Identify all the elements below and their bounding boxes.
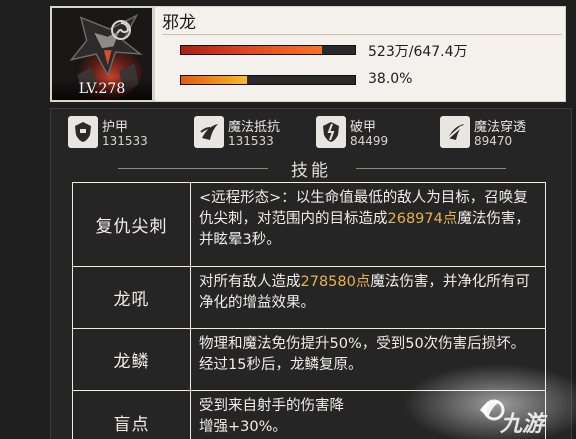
stat-label: 破甲 [350, 120, 377, 135]
magic-resist-icon [194, 116, 224, 148]
skill-name: 盲点 [73, 391, 191, 439]
magic-penetration-icon [440, 116, 470, 148]
stat-value: 131533 [102, 134, 148, 148]
name-divider [162, 34, 562, 35]
stat-value: 131533 [228, 134, 274, 148]
damage-value: 268974点 [387, 211, 458, 227]
stat-label: 魔法穿透 [474, 120, 527, 135]
skill-row: 复仇尖刺 <远程形态>：以生命值最低的敌人为目标，召唤复仇尖刺，对范围内的目标造… [73, 183, 545, 267]
skills-table: 复仇尖刺 <远程形态>：以生命值最低的敌人为目标，召唤复仇尖刺，对范围内的目标造… [72, 182, 546, 439]
boss-level: LV.278 [52, 78, 152, 100]
skill-row: 龙吼 对所有敌人造成278580点魔法伤害，并净化所有可净化的增益效果。 [73, 267, 545, 329]
skill-description: 受到来自射手的伤害降 增强+30%。 [199, 396, 539, 438]
skill-desc-text: 物理和魔法免伤提升50%，受到50次伤害后损坏。经过15秒后，龙鳞复原。 [199, 336, 526, 373]
title-divider-right [356, 168, 506, 169]
rage-text: 38.0% [368, 71, 413, 87]
swirl-icon [108, 17, 134, 43]
skill-row: 龙鳞 物理和魔法免伤提升50%，受到50次伤害后损坏。经过15秒后，龙鳞复原。 [73, 329, 545, 391]
boss-name: 邪龙 [162, 13, 196, 33]
stat-label: 魔法抵抗 [228, 120, 281, 135]
stat-label: 护甲 [102, 120, 129, 135]
skill-description: 物理和魔法免伤提升50%，受到50次伤害后损坏。经过15秒后，龙鳞复原。 [199, 334, 539, 376]
stat-value: 89470 [474, 134, 513, 148]
skill-desc-text: 受到来自射手的伤害降 [199, 398, 344, 414]
skill-desc-text: 增强+30%。 [199, 419, 287, 435]
skill-description: 对所有敌人造成278580点魔法伤害，并净化所有可净化的增益效果。 [199, 272, 539, 314]
skill-name: 龙鳞 [73, 329, 191, 390]
skill-name: 复仇尖刺 [73, 183, 191, 266]
watermark-text: 九游 [500, 412, 545, 437]
armor-break-icon [316, 116, 346, 148]
skill-description: <远程形态>：以生命值最低的敌人为目标，召唤复仇尖刺，对范围内的目标造成2689… [199, 188, 539, 251]
hp-bar [180, 45, 356, 55]
rage-bar [180, 75, 356, 85]
stat-value: 84499 [350, 134, 389, 148]
hp-text: 523万/647.4万 [368, 44, 468, 60]
skill-desc-text: 对所有敌人造成 [199, 274, 301, 290]
damage-value: 278580点 [300, 274, 371, 290]
boss-info-screen: LV.278 邪龙 523万/647.4万 38.0% 护甲 131533 魔法… [0, 0, 576, 439]
skill-name: 龙吼 [73, 267, 191, 328]
hp-bar-fill [181, 46, 322, 54]
armor-icon [68, 116, 98, 148]
rage-bar-fill [181, 76, 248, 84]
skill-row: 盲点 受到来自射手的伤害降 增强+30%。 [73, 391, 545, 439]
